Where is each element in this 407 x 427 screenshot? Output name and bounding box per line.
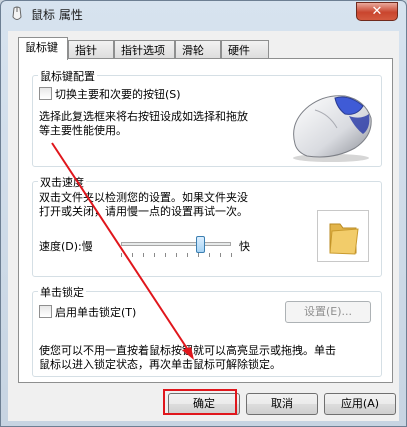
tab-buttons[interactable]: 鼠标键 — [18, 37, 68, 60]
annotation-overlay — [51, 142, 194, 360]
annotation-arrowhead — [182, 347, 194, 360]
annotation-arrow-line — [51, 142, 193, 357]
